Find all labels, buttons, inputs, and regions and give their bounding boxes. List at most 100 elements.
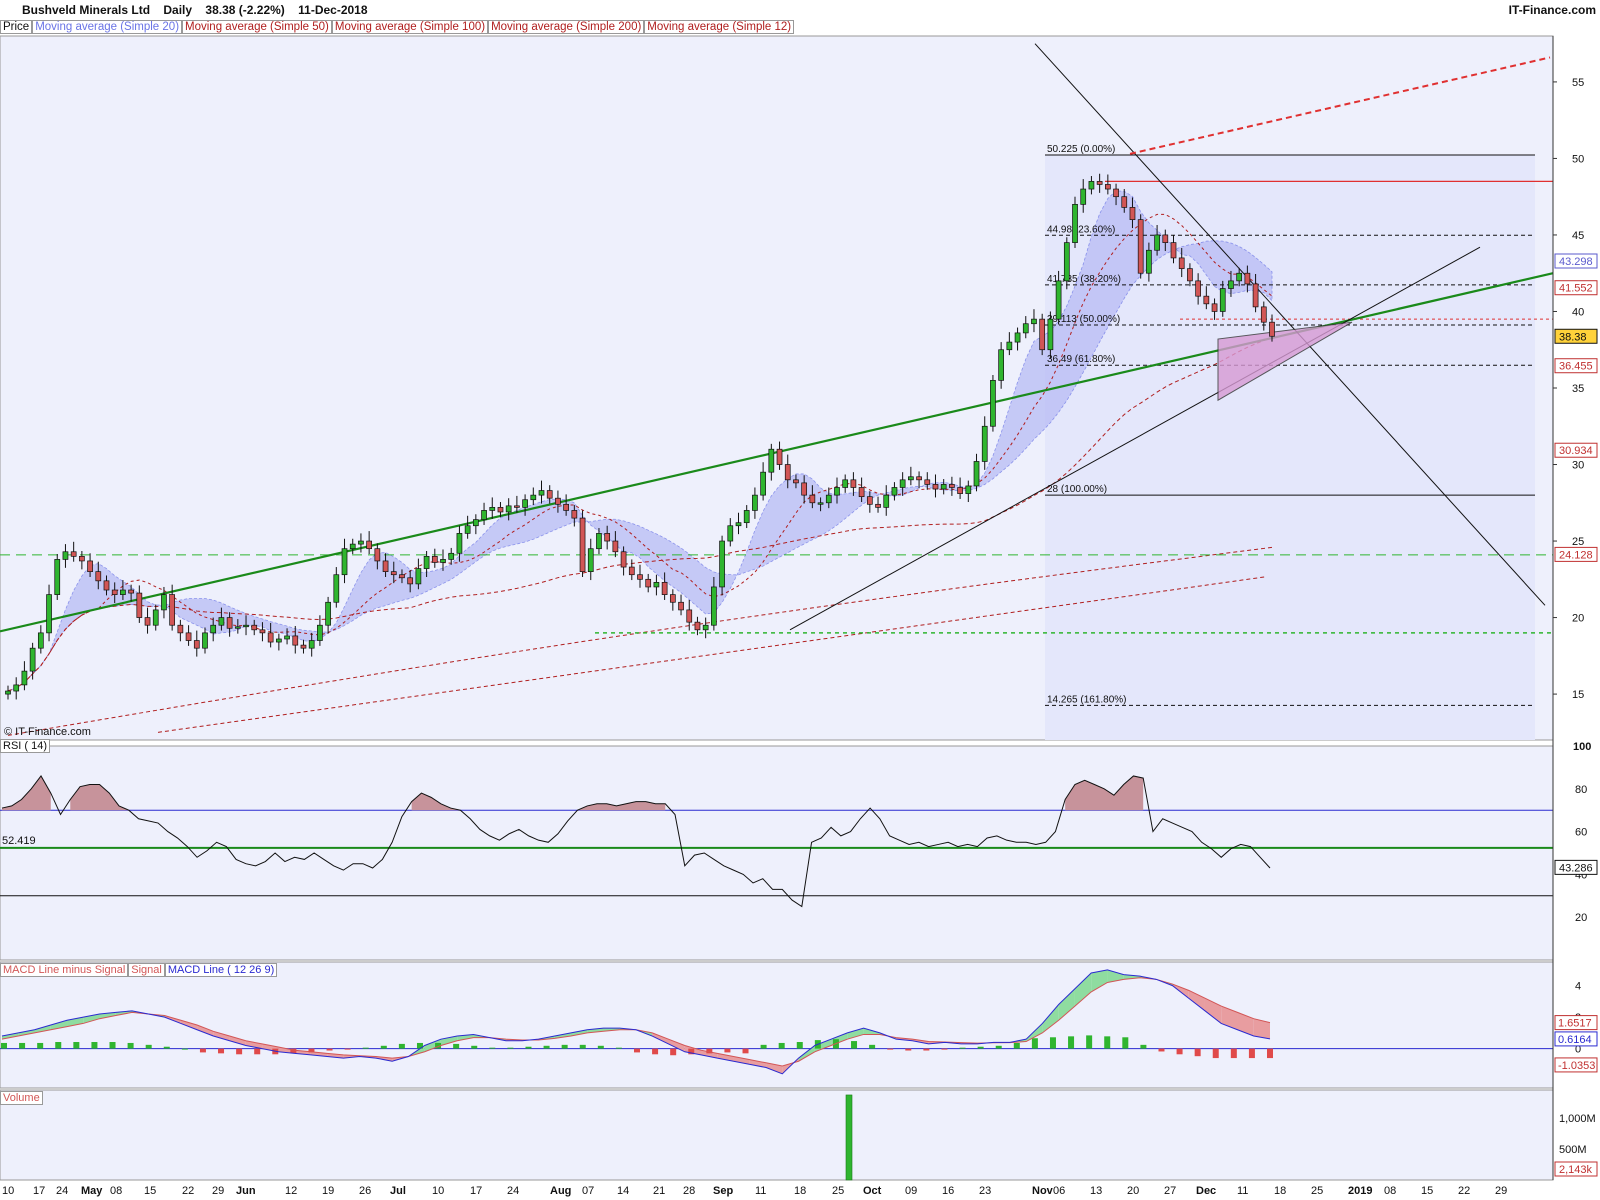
candle-up	[1080, 188, 1087, 205]
candle-up	[965, 485, 972, 494]
legend-ma12[interactable]: Moving average (Simple 12)	[644, 20, 795, 34]
macd-histogram-bar	[199, 1048, 206, 1053]
chart-canvas: 15 20 25 30 35 40 45 50 55 50.225 (0.00%) 44.98 (2…	[0, 35, 1598, 1197]
macd-histogram-bar	[471, 1045, 478, 1049]
candle-up	[530, 494, 537, 501]
macd-histogram-bar	[489, 1047, 496, 1049]
candle-down	[382, 560, 389, 573]
candle-down	[1104, 184, 1111, 190]
candle-up	[415, 568, 422, 585]
legend-ma200[interactable]: Moving average (Simple 200)	[488, 20, 645, 34]
axis-value-label: 38.38	[1559, 331, 1587, 343]
candle-up	[981, 425, 988, 462]
volume-title[interactable]: Volume	[0, 1091, 43, 1105]
candle-up	[423, 555, 430, 569]
macd-value-label: 1.6517	[1558, 1018, 1592, 1030]
candle-down	[292, 635, 299, 646]
macd-histogram-bar	[1212, 1048, 1219, 1059]
macd-legend-line[interactable]: MACD Line ( 12 26 9)	[164, 963, 278, 977]
x-axis-label: 10	[2, 1185, 14, 1197]
candle-down	[1203, 295, 1210, 305]
candle-up	[727, 525, 734, 542]
candle-down	[267, 632, 274, 643]
candle-up	[1031, 318, 1037, 325]
candle-up	[202, 632, 208, 649]
macd-histogram-bar	[55, 1042, 62, 1049]
candle-down	[628, 566, 635, 576]
macd-histogram-bar	[37, 1042, 44, 1049]
candle-up	[448, 552, 455, 560]
candle-down	[514, 505, 520, 508]
x-axis-label: 08	[1384, 1185, 1396, 1197]
macd-histogram-bar	[796, 1042, 803, 1049]
candle-down	[70, 551, 77, 557]
macd-histogram-bar	[19, 1042, 26, 1049]
price-ytick-label: 25	[1572, 536, 1584, 548]
candle-up	[522, 499, 528, 508]
candle-up	[1047, 318, 1054, 351]
candle-down	[1170, 242, 1177, 259]
candle-down	[169, 594, 176, 626]
candle-down	[1195, 280, 1201, 297]
macd-histogram-bar	[1068, 1036, 1075, 1049]
candle-down	[809, 494, 816, 504]
price-ytick-label: 30	[1572, 460, 1584, 472]
macd-histogram-bar	[579, 1044, 586, 1049]
x-axis-label: Dec	[1196, 1185, 1216, 1197]
macd-histogram-bar	[145, 1044, 152, 1049]
macd-histogram-bar	[652, 1048, 659, 1055]
candle-down	[604, 533, 611, 542]
x-axis-label: 28	[683, 1185, 695, 1197]
candle-up	[358, 540, 364, 545]
candle-down	[1137, 219, 1144, 274]
x-axis-label: Oct	[863, 1185, 882, 1197]
x-axis-label: Sep	[713, 1185, 733, 1197]
candle-down	[136, 592, 143, 618]
fibonacci-label: 28 (100.00%)	[1047, 484, 1107, 495]
volume-spike-bar	[845, 1094, 853, 1181]
candle-up	[13, 684, 20, 692]
candle-up	[1228, 280, 1234, 289]
macd-histogram-bar	[453, 1043, 460, 1049]
candle-up	[908, 476, 914, 481]
x-axis-label: 07	[582, 1185, 594, 1197]
candle-up	[210, 624, 217, 634]
macd-legend: MACD Line minus Signal Signal MACD Line …	[0, 963, 278, 977]
legend-price[interactable]: Price	[0, 20, 33, 34]
candle-up	[538, 490, 545, 496]
macd-legend-hist[interactable]: MACD Line minus Signal	[0, 963, 129, 977]
instrument-title: Bushveld Minerals Ltd Daily 38.38 (-2.22…	[22, 3, 378, 17]
candle-down	[79, 555, 85, 562]
candle-down	[185, 632, 192, 641]
price-ytick-label: 15	[1572, 689, 1584, 701]
candle-up	[760, 471, 766, 496]
legend-ma50[interactable]: Moving average (Simple 50)	[182, 20, 332, 34]
candle-up	[883, 494, 890, 508]
macd-histogram-bar	[218, 1048, 225, 1054]
candle-up	[1072, 203, 1078, 243]
macd-histogram-bar	[326, 1048, 333, 1051]
macd-legend-signal[interactable]: Signal	[128, 963, 165, 977]
candle-up	[46, 594, 52, 634]
price-ytick-label: 45	[1572, 230, 1584, 242]
candle-down	[1162, 234, 1169, 243]
candle-down	[957, 487, 963, 494]
axis-value-label: 24.128	[1559, 549, 1593, 561]
candle-down	[546, 490, 553, 499]
candle-up	[1219, 288, 1226, 312]
legend-ma100[interactable]: Moving average (Simple 100)	[331, 20, 489, 34]
candle-down	[801, 482, 808, 496]
rsi-title[interactable]: RSI ( 14)	[0, 739, 51, 753]
x-axis-label: 13	[1090, 1185, 1102, 1197]
volume-value-label: 2,143k	[1559, 1164, 1593, 1176]
candle-up	[333, 574, 340, 603]
legend-ma20[interactable]: Moving average (Simple 20)	[32, 20, 183, 34]
candle-down	[1244, 272, 1251, 285]
x-axis-label: 15	[1421, 1185, 1433, 1197]
x-axis-label: 17	[470, 1185, 482, 1197]
candle-down	[1269, 321, 1275, 337]
x-axis-label: Jun	[236, 1185, 256, 1197]
candle-up	[317, 624, 323, 641]
candle-up	[481, 510, 487, 520]
axis-value-label: 36.455	[1559, 361, 1593, 373]
